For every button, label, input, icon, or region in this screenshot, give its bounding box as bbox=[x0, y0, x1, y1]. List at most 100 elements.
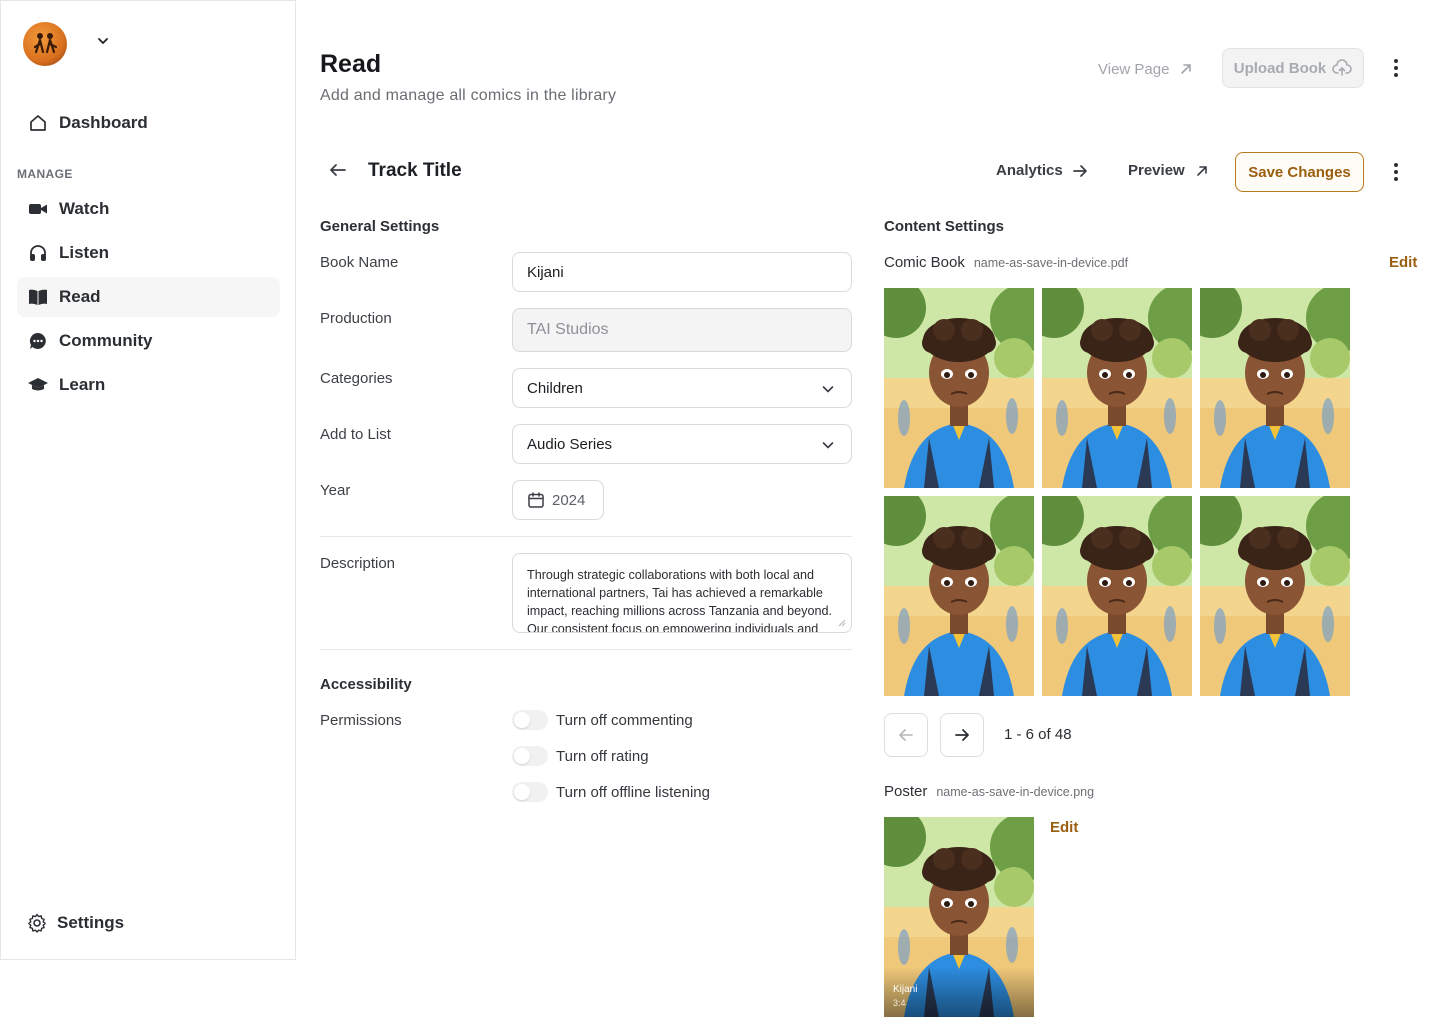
production-value: TAI Studios bbox=[527, 321, 609, 338]
description-label: Description bbox=[320, 555, 396, 572]
pagination-text: 1 - 6 of 48 bbox=[1004, 726, 1072, 743]
book-name-label: Book Name bbox=[320, 254, 399, 271]
view-page-label: View Page bbox=[1098, 60, 1170, 78]
poster-label: Poster bbox=[884, 783, 928, 800]
content-settings-heading: Content Settings bbox=[884, 218, 1004, 235]
sidebar-item-label: Watch bbox=[59, 199, 110, 218]
sidebar-section-label: MANAGE bbox=[17, 167, 73, 181]
analytics-label: Analytics bbox=[996, 162, 1063, 179]
add-to-list-select[interactable]: Audio Series bbox=[512, 424, 852, 464]
chevron-down-icon bbox=[822, 386, 834, 393]
comic-book-edit-link[interactable]: Edit bbox=[1389, 254, 1417, 271]
sidebar-item-dashboard[interactable]: Dashboard bbox=[17, 103, 280, 143]
analytics-link[interactable]: Analytics bbox=[996, 162, 1088, 179]
arrow-up-right-icon bbox=[1196, 165, 1207, 176]
headphones-icon bbox=[27, 242, 49, 264]
sidebar-item-label: Dashboard bbox=[59, 113, 148, 132]
comic-page-thumbnail[interactable] bbox=[1042, 496, 1192, 696]
description-textarea[interactable]: Through strategic collaborations with bo… bbox=[512, 553, 852, 633]
rating-toggle[interactable] bbox=[512, 746, 548, 766]
divider bbox=[320, 649, 852, 650]
chat-bubble-icon bbox=[27, 330, 49, 352]
sidebar-item-read[interactable]: Read bbox=[17, 277, 280, 317]
poster-file-row: Poster name-as-save-in-device.png bbox=[884, 783, 1094, 800]
commenting-toggle[interactable] bbox=[512, 710, 548, 730]
add-to-list-label: Add to List bbox=[320, 426, 391, 443]
book-name-input[interactable]: Kijani bbox=[512, 252, 852, 292]
chevron-down-icon[interactable] bbox=[96, 34, 110, 48]
track-title: Track Title bbox=[368, 160, 462, 181]
save-changes-button[interactable]: Save Changes bbox=[1235, 152, 1364, 192]
sidebar-item-label: Read bbox=[59, 287, 101, 306]
accessibility-heading: Accessibility bbox=[320, 676, 412, 693]
offline-listening-toggle[interactable] bbox=[512, 782, 548, 802]
comic-page-thumbnail[interactable] bbox=[884, 288, 1034, 488]
comic-page-thumbnail[interactable] bbox=[1200, 288, 1350, 488]
book-name-value: Kijani bbox=[527, 263, 564, 281]
calendar-icon bbox=[528, 492, 544, 508]
poster-edit-link[interactable]: Edit bbox=[1050, 819, 1078, 836]
more-options-icon[interactable] bbox=[1386, 158, 1406, 186]
categories-value: Children bbox=[527, 379, 583, 397]
comic-page-thumbnail[interactable] bbox=[1042, 288, 1192, 488]
year-picker[interactable]: 2024 bbox=[512, 480, 604, 520]
description-value: Through strategic collaborations with bo… bbox=[527, 568, 832, 633]
more-options-icon[interactable] bbox=[1386, 54, 1406, 82]
sidebar-item-label: Learn bbox=[59, 375, 106, 394]
sidebar-item-settings[interactable]: Settings bbox=[17, 903, 280, 943]
home-icon bbox=[27, 112, 49, 134]
comic-page-thumbnail[interactable] bbox=[1200, 496, 1350, 696]
sidebar-item-watch[interactable]: Watch bbox=[17, 189, 280, 229]
page-title: Read bbox=[320, 50, 382, 78]
view-page-link[interactable]: View Page bbox=[1098, 58, 1193, 80]
cloud-upload-icon bbox=[1332, 59, 1353, 76]
toggle-row-rating: Turn off rating bbox=[512, 746, 649, 766]
brand-logo[interactable] bbox=[23, 22, 67, 66]
upload-book-label: Upload Book bbox=[1233, 59, 1327, 77]
production-input: TAI Studios bbox=[512, 308, 852, 352]
production-label: Production bbox=[320, 310, 392, 327]
divider bbox=[320, 536, 852, 537]
sidebar-item-community[interactable]: Community bbox=[17, 321, 280, 361]
next-page-button[interactable] bbox=[940, 713, 984, 757]
arrow-right-icon bbox=[955, 729, 969, 741]
toggle-label: Turn off commenting bbox=[556, 711, 693, 729]
poster-caption-title: Kijani bbox=[893, 984, 918, 995]
year-label: Year bbox=[320, 482, 351, 499]
previous-page-button[interactable] bbox=[884, 713, 928, 757]
arrow-left-icon[interactable] bbox=[328, 160, 348, 180]
toggle-label: Turn off rating bbox=[556, 747, 649, 765]
permissions-label: Permissions bbox=[320, 712, 402, 729]
gear-icon bbox=[27, 913, 47, 933]
categories-select[interactable]: Children bbox=[512, 368, 852, 408]
chevron-down-icon bbox=[822, 442, 834, 449]
arrow-right-icon bbox=[1072, 164, 1087, 177]
sidebar-item-learn[interactable]: Learn bbox=[17, 365, 280, 405]
poster-caption-ratio: 3:4 bbox=[893, 998, 906, 1008]
comic-book-label: Comic Book bbox=[884, 254, 965, 271]
add-to-list-value: Audio Series bbox=[527, 435, 613, 453]
poster-filename: name-as-save-in-device.png bbox=[936, 785, 1095, 799]
page-subtitle: Add and manage all comics in the library bbox=[320, 87, 617, 104]
sidebar-item-label: Settings bbox=[57, 913, 125, 932]
general-settings-heading: General Settings bbox=[320, 218, 440, 235]
preview-label: Preview bbox=[1128, 162, 1185, 179]
sidebar-item-label: Community bbox=[59, 331, 153, 350]
toggle-row-offline: Turn off offline listening bbox=[512, 782, 710, 802]
video-camera-icon bbox=[27, 198, 49, 220]
sidebar-item-label: Listen bbox=[59, 243, 110, 262]
graduation-cap-icon bbox=[27, 374, 49, 396]
comic-book-file-row: Comic Book name-as-save-in-device.pdf bbox=[884, 254, 1128, 271]
year-value: 2024 bbox=[552, 491, 586, 509]
comic-page-thumbnail[interactable] bbox=[884, 496, 1034, 696]
preview-link[interactable]: Preview bbox=[1128, 162, 1209, 179]
toggle-label: Turn off offline listening bbox=[556, 783, 710, 801]
arrow-left-icon bbox=[899, 729, 913, 741]
arrow-up-right-icon bbox=[1181, 64, 1192, 74]
upload-book-button[interactable]: Upload Book bbox=[1222, 48, 1364, 88]
comic-book-filename: name-as-save-in-device.pdf bbox=[973, 256, 1129, 270]
categories-label: Categories bbox=[320, 370, 393, 387]
sidebar-item-listen[interactable]: Listen bbox=[17, 233, 280, 273]
resize-handle-icon[interactable] bbox=[838, 619, 846, 627]
toggle-row-commenting: Turn off commenting bbox=[512, 710, 693, 730]
